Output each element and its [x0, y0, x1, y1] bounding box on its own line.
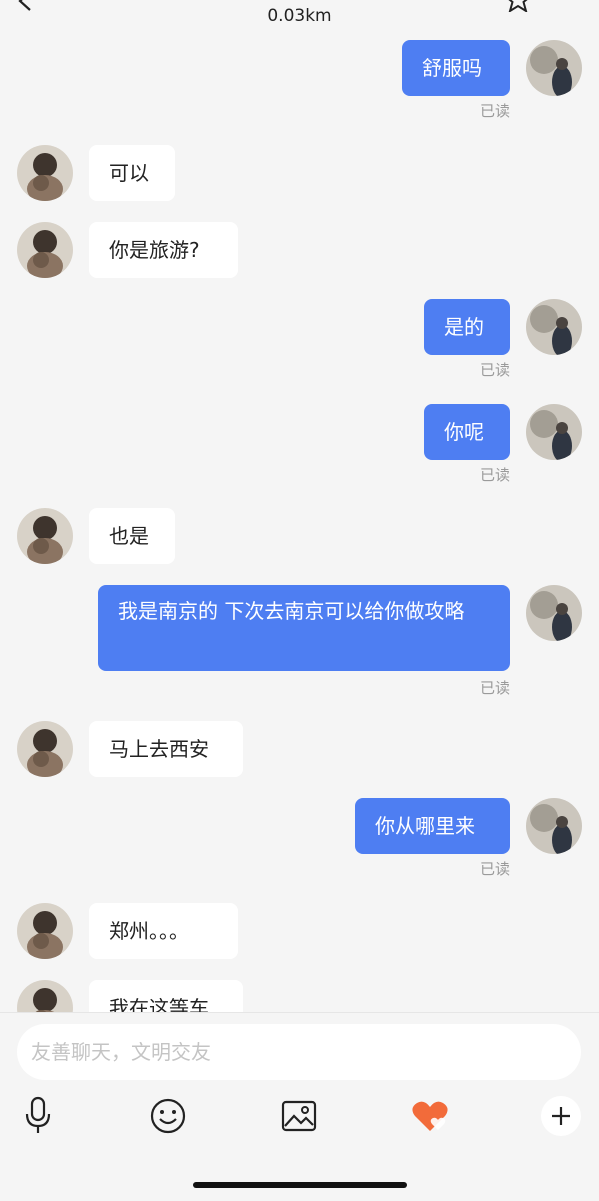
- read-status: 已读: [479, 466, 510, 484]
- message-text: 我在这等车: [109, 996, 209, 1012]
- outgoing-message-bubble[interactable]: 你呢: [424, 404, 510, 460]
- message-input[interactable]: [17, 1024, 581, 1080]
- emoji-icon[interactable]: [146, 1094, 190, 1138]
- message-text: 舒服吗: [422, 56, 482, 80]
- message-list[interactable]: 舒服吗 已读 可以 你是旅游? 是的 已读 你呢 已读 也是 我是南京的 下次去…: [0, 0, 599, 1012]
- read-status: 已读: [479, 361, 510, 379]
- my-avatar[interactable]: [526, 798, 582, 854]
- incoming-message-bubble[interactable]: 郑州。。。: [89, 903, 238, 959]
- home-indicator: [193, 1182, 407, 1188]
- message-text: 你是旅游?: [109, 238, 200, 262]
- message-text: 马上去西安: [109, 737, 209, 761]
- message-text: 郑州。。。: [109, 919, 189, 943]
- message-text: 也是: [109, 524, 149, 548]
- outgoing-message-bubble[interactable]: 舒服吗: [402, 40, 510, 96]
- incoming-message-bubble[interactable]: 你是旅游?: [89, 222, 238, 278]
- read-status: 已读: [479, 679, 510, 697]
- my-avatar[interactable]: [526, 585, 582, 641]
- message-text: 是的: [444, 315, 484, 339]
- contact-avatar[interactable]: [17, 980, 73, 1012]
- contact-avatar[interactable]: [17, 508, 73, 564]
- message-text: 我是南京的 下次去南京可以给你做攻略: [118, 599, 465, 623]
- microphone-icon[interactable]: [16, 1094, 60, 1138]
- message-text: 可以: [109, 161, 149, 185]
- message-text: 你从哪里来: [375, 814, 475, 838]
- contact-avatar[interactable]: [17, 222, 73, 278]
- outgoing-message-bubble[interactable]: 你从哪里来: [355, 798, 510, 854]
- contact-avatar[interactable]: [17, 903, 73, 959]
- my-avatar[interactable]: [526, 40, 582, 96]
- incoming-message-bubble[interactable]: 马上去西安: [89, 721, 243, 777]
- incoming-message-bubble[interactable]: 也是: [89, 508, 175, 564]
- incoming-message-bubble[interactable]: 可以: [89, 145, 175, 201]
- outgoing-message-bubble[interactable]: 我是南京的 下次去南京可以给你做攻略: [98, 585, 510, 671]
- heart-gift-icon[interactable]: [408, 1094, 452, 1138]
- incoming-message-bubble[interactable]: 我在这等车: [89, 980, 243, 1012]
- outgoing-message-bubble[interactable]: 是的: [424, 299, 510, 355]
- read-status: 已读: [479, 102, 510, 120]
- contact-avatar[interactable]: [17, 145, 73, 201]
- contact-avatar[interactable]: [17, 721, 73, 777]
- message-text: 你呢: [444, 420, 484, 444]
- read-status: 已读: [479, 860, 510, 878]
- my-avatar[interactable]: [526, 404, 582, 460]
- my-avatar[interactable]: [526, 299, 582, 355]
- plus-icon[interactable]: [541, 1096, 581, 1136]
- image-icon[interactable]: [277, 1094, 321, 1138]
